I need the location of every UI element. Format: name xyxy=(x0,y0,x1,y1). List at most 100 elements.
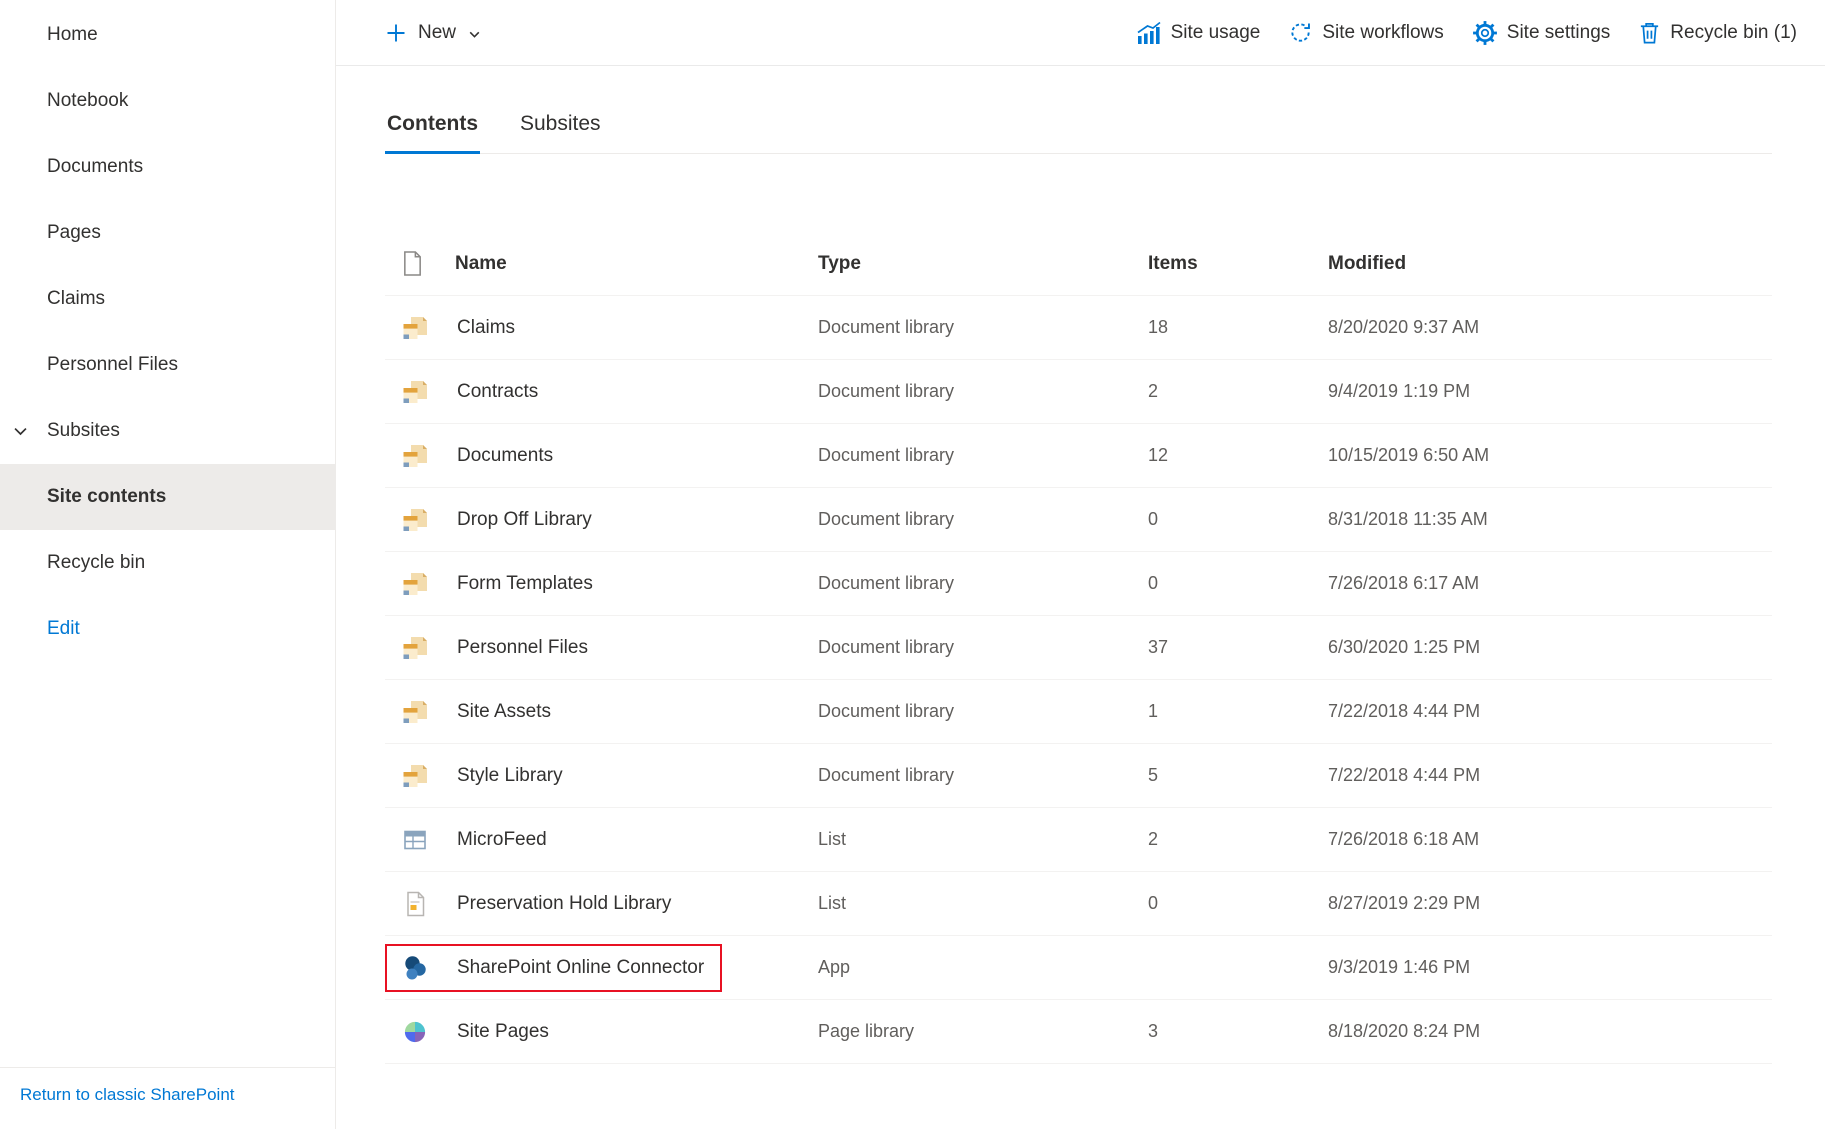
row-name-link[interactable]: Drop Off Library xyxy=(457,509,592,531)
row-name-group: SharePoint Online Connector xyxy=(385,944,818,992)
tab-bar: Contents Subsites xyxy=(385,112,1772,154)
row-name-inner: Preservation Hold Library xyxy=(385,880,689,928)
row-type: Document library xyxy=(818,381,1148,402)
recycle-bin-button[interactable]: Recycle bin (1) xyxy=(1624,20,1811,46)
row-items-count: 0 xyxy=(1148,573,1328,594)
sidebar: Home Notebook Documents Pages Claims Per… xyxy=(0,0,336,1129)
row-modified: 8/18/2020 8:24 PM xyxy=(1328,1021,1772,1042)
sidebar-item-home[interactable]: Home xyxy=(0,2,335,68)
row-items-count: 3 xyxy=(1148,1021,1328,1042)
document-library-icon xyxy=(401,378,429,406)
table-row[interactable]: Documents Document library 12 10/15/2019… xyxy=(385,424,1772,488)
row-modified: 9/4/2019 1:19 PM xyxy=(1328,381,1772,402)
table-row[interactable]: Style Library Document library 5 7/22/20… xyxy=(385,744,1772,808)
table-row[interactable]: Form Templates Document library 0 7/26/2… xyxy=(385,552,1772,616)
site-pages-icon xyxy=(401,1018,429,1046)
row-name-link[interactable]: Site Pages xyxy=(457,1021,549,1043)
sidebar-item-site-contents[interactable]: Site contents xyxy=(0,464,335,530)
row-items-count: 0 xyxy=(1148,893,1328,914)
sidebar-edit-link[interactable]: Edit xyxy=(0,596,335,662)
row-items-count: 0 xyxy=(1148,509,1328,530)
row-type: List xyxy=(818,829,1148,850)
table-row[interactable]: SharePoint Online Connector App 9/3/2019… xyxy=(385,936,1772,1000)
table-row[interactable]: Drop Off Library Document library 0 8/31… xyxy=(385,488,1772,552)
row-type: Document library xyxy=(818,701,1148,722)
row-name-inner: Site Pages xyxy=(385,1008,567,1056)
table-row[interactable]: MicroFeed List 2 7/26/2018 6:18 AM xyxy=(385,808,1772,872)
tab-subsites[interactable]: Subsites xyxy=(518,112,603,154)
row-name-group: Personnel Files xyxy=(385,624,818,672)
document-library-icon xyxy=(401,570,429,598)
sidebar-item-pages[interactable]: Pages xyxy=(0,200,335,266)
row-name-group: MicroFeed xyxy=(385,816,818,864)
row-name-inner: Site Assets xyxy=(385,688,569,736)
site-usage-label: Site usage xyxy=(1171,22,1261,44)
site-usage-button[interactable]: Site usage xyxy=(1122,20,1275,46)
column-header-modified[interactable]: Modified xyxy=(1328,253,1772,275)
row-name-group: Form Templates xyxy=(385,560,818,608)
row-name-inner: Drop Off Library xyxy=(385,496,610,544)
table-row[interactable]: Claims Document library 18 8/20/2020 9:3… xyxy=(385,296,1772,360)
row-modified: 7/26/2018 6:18 AM xyxy=(1328,829,1772,850)
row-name-group: Site Assets xyxy=(385,688,818,736)
sidebar-item-documents[interactable]: Documents xyxy=(0,134,335,200)
row-name-link[interactable]: Preservation Hold Library xyxy=(457,893,671,915)
sidebar-item-recycle-bin[interactable]: Recycle bin xyxy=(0,530,335,596)
site-settings-icon xyxy=(1472,20,1498,46)
sidebar-item-notebook[interactable]: Notebook xyxy=(0,68,335,134)
row-name-link[interactable]: Style Library xyxy=(457,765,563,787)
microfeed-icon xyxy=(401,826,429,854)
row-name-link[interactable]: Documents xyxy=(457,445,553,467)
row-type: Document library xyxy=(818,445,1148,466)
new-button-label: New xyxy=(418,22,456,44)
row-items-count: 2 xyxy=(1148,381,1328,402)
return-to-classic-link[interactable]: Return to classic SharePoint xyxy=(20,1085,235,1104)
document-library-icon xyxy=(401,442,429,470)
row-name-inner: Style Library xyxy=(385,752,581,800)
row-name-link[interactable]: Contracts xyxy=(457,381,538,403)
row-modified: 8/31/2018 11:35 AM xyxy=(1328,509,1772,530)
row-name-group: Site Pages xyxy=(385,1008,818,1056)
sidebar-item-subsites[interactable]: Subsites xyxy=(0,398,335,464)
document-column-icon xyxy=(385,250,455,277)
site-workflows-button[interactable]: Site workflows xyxy=(1274,20,1457,45)
table-row[interactable]: Site Pages Page library 3 8/18/2020 8:24… xyxy=(385,1000,1772,1064)
column-header-items[interactable]: Items xyxy=(1148,253,1328,275)
row-items-count: 5 xyxy=(1148,765,1328,786)
app-icon xyxy=(401,954,429,982)
row-name-link[interactable]: MicroFeed xyxy=(457,829,547,851)
row-name-link[interactable]: Form Templates xyxy=(457,573,593,595)
sidebar-item-personnel-files[interactable]: Personnel Files xyxy=(0,332,335,398)
row-name-link[interactable]: Personnel Files xyxy=(457,637,588,659)
row-name-link[interactable]: Claims xyxy=(457,317,515,339)
table-row[interactable]: Contracts Document library 2 9/4/2019 1:… xyxy=(385,360,1772,424)
command-bar: New Site usage Site workflows xyxy=(336,0,1825,66)
row-name-group: Claims xyxy=(385,304,818,352)
row-modified: 6/30/2020 1:25 PM xyxy=(1328,637,1772,658)
command-bar-actions: Site usage Site workflows Site settings … xyxy=(1122,20,1811,46)
row-modified: 7/22/2018 4:44 PM xyxy=(1328,701,1772,722)
sidebar-item-claims[interactable]: Claims xyxy=(0,266,335,332)
row-name-link[interactable]: SharePoint Online Connector xyxy=(457,957,704,979)
row-modified: 8/27/2019 2:29 PM xyxy=(1328,893,1772,914)
table-row[interactable]: Preservation Hold Library List 0 8/27/20… xyxy=(385,872,1772,936)
document-library-icon xyxy=(401,506,429,534)
chevron-down-icon[interactable] xyxy=(12,423,29,440)
table-row[interactable]: Personnel Files Document library 37 6/30… xyxy=(385,616,1772,680)
site-settings-button[interactable]: Site settings xyxy=(1458,20,1625,46)
column-header-name[interactable]: Name xyxy=(455,253,818,275)
table-row[interactable]: Site Assets Document library 1 7/22/2018… xyxy=(385,680,1772,744)
sidebar-footer: Return to classic SharePoint xyxy=(0,1067,335,1129)
new-button[interactable]: New xyxy=(385,22,482,44)
row-type: App xyxy=(818,957,1148,978)
row-modified: 7/22/2018 4:44 PM xyxy=(1328,765,1772,786)
row-name-group: Contracts xyxy=(385,368,818,416)
sidebar-item-label: Subsites xyxy=(47,420,120,442)
column-header-type[interactable]: Type xyxy=(818,253,1148,275)
row-modified: 10/15/2019 6:50 AM xyxy=(1328,445,1772,466)
tab-contents[interactable]: Contents xyxy=(385,112,480,154)
row-name-group: Style Library xyxy=(385,752,818,800)
row-type: Document library xyxy=(818,765,1148,786)
row-name-link[interactable]: Site Assets xyxy=(457,701,551,723)
row-items-count: 37 xyxy=(1148,637,1328,658)
